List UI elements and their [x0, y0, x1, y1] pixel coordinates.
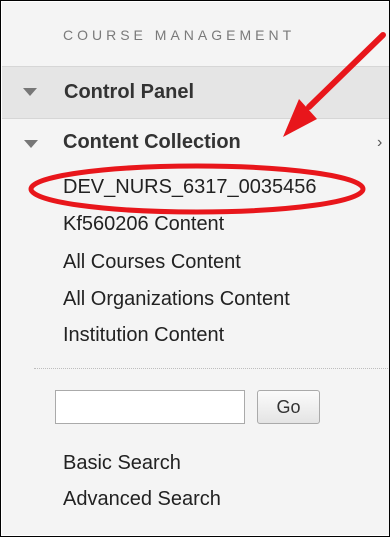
section-title: COURSE MANAGEMENT	[63, 27, 296, 43]
chevron-right-icon[interactable]: ›	[377, 134, 382, 152]
control-panel-header[interactable]: Control Panel	[2, 66, 389, 119]
advanced-search-link[interactable]: Advanced Search	[63, 488, 221, 511]
triangle-down-icon[interactable]	[24, 140, 38, 148]
content-item-all-courses[interactable]: All Courses Content	[63, 251, 241, 274]
basic-search-link[interactable]: Basic Search	[63, 452, 181, 475]
course-management-panel: COURSE MANAGEMENT Control Panel Content …	[0, 0, 390, 537]
triangle-down-icon[interactable]	[23, 88, 37, 96]
content-collection-label[interactable]: Content Collection	[63, 131, 241, 154]
content-item-kf560206[interactable]: Kf560206 Content	[63, 213, 224, 236]
search-input[interactable]	[55, 390, 245, 424]
control-panel-label[interactable]: Control Panel	[64, 81, 194, 104]
divider	[34, 368, 389, 369]
go-button[interactable]: Go	[257, 390, 320, 424]
content-item-all-organizations[interactable]: All Organizations Content	[63, 288, 290, 311]
content-item-dev-nurs[interactable]: DEV_NURS_6317_0035456	[63, 176, 317, 199]
content-item-institution[interactable]: Institution Content	[63, 324, 224, 347]
